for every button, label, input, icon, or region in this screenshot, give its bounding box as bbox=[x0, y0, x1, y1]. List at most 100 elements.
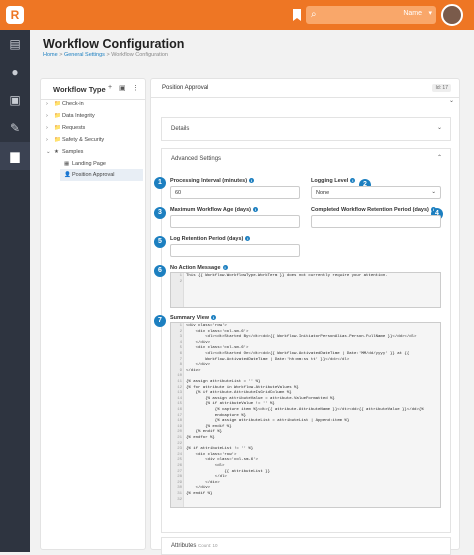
processing-interval-input[interactable]: 60 bbox=[170, 186, 300, 199]
logging-level-label: Logging Level i bbox=[311, 178, 356, 184]
chevron-up-icon[interactable]: ⌃ bbox=[437, 154, 442, 161]
log-retention-label: Log Retention Period (days) i bbox=[170, 236, 251, 242]
info-icon[interactable]: i bbox=[211, 315, 217, 321]
code-line: <dl><dt>Started By</dt><dd>{{ Workflow.I… bbox=[186, 335, 417, 340]
chevron-down-icon[interactable]: ⌄ bbox=[449, 97, 454, 104]
info-icon[interactable]: i bbox=[253, 207, 258, 213]
chevron-down-icon[interactable]: ⌄ bbox=[437, 124, 442, 131]
details-label: Details bbox=[171, 126, 190, 132]
chevron-down-icon[interactable]: ⌄ bbox=[46, 149, 54, 155]
code-line: {% assign attributeList = attributeList … bbox=[186, 419, 350, 424]
chevron-right-icon[interactable]: › bbox=[46, 113, 54, 119]
line-number: 7 bbox=[179, 357, 182, 362]
processing-interval-label: Processing Interval (minutes) i bbox=[170, 178, 255, 184]
details-section[interactable]: Details ⌄ bbox=[161, 117, 451, 141]
line-number: 13 bbox=[177, 391, 182, 396]
code-line: Workflow.ActivatedDateTime | Date:'hh:mm… bbox=[186, 357, 350, 362]
info-icon[interactable]: i bbox=[430, 207, 436, 213]
code-line: <div class='row'> bbox=[186, 324, 227, 328]
chevron-right-icon[interactable]: › bbox=[46, 137, 54, 143]
line-number: 10 bbox=[177, 374, 182, 379]
code-line: {% if attribute.AttributeIsGridColumn %} bbox=[186, 391, 292, 396]
line-number: 11 bbox=[177, 380, 182, 384]
summary-view-editor[interactable]: 1 <div class='row'> 2 <div class='col-sm-6… bbox=[170, 322, 441, 508]
code-line: {% assign attributeValue = attribute.Val… bbox=[186, 396, 335, 401]
more-icon[interactable]: ⋮ bbox=[132, 84, 139, 92]
summary-view-label: Summary View i bbox=[170, 315, 217, 321]
add-icon[interactable]: + bbox=[108, 84, 112, 91]
line-number: 19 bbox=[177, 424, 182, 429]
line-number: 27 bbox=[177, 469, 182, 474]
code-line: <dl><dt>Started On</dt><dd>{{ Workflow.A… bbox=[186, 352, 410, 356]
log-retention-input[interactable] bbox=[170, 244, 300, 257]
no-action-message-editor[interactable]: 1 2 This {{ Workflow.WorkflowType.WorkTe… bbox=[170, 272, 441, 308]
callout-3: 3 bbox=[154, 207, 166, 219]
briefcase-icon[interactable]: ▆ bbox=[0, 142, 30, 170]
breadcrumb-general-settings[interactable]: General Settings bbox=[64, 52, 105, 58]
line-number: 2 bbox=[179, 329, 182, 334]
max-workflow-age-input[interactable] bbox=[170, 215, 300, 228]
code-line: <div class='col-sm-6'> bbox=[186, 458, 259, 463]
avatar[interactable] bbox=[441, 4, 463, 26]
wrench-icon[interactable]: ✎ bbox=[0, 114, 30, 142]
tree-item-samples[interactable]: ⌄ ★ Samples bbox=[46, 149, 83, 155]
folder-icon: 📁 bbox=[54, 137, 61, 143]
callout-7: 7 bbox=[154, 315, 166, 327]
breadcrumb: Home > General Settings > Workflow Confi… bbox=[43, 52, 168, 58]
code-line: </div> bbox=[186, 340, 211, 345]
line-number: 22 bbox=[177, 441, 182, 446]
code-line: </dl> bbox=[186, 475, 227, 480]
info-icon[interactable]: i bbox=[222, 265, 228, 271]
top-bar: R ⌕ Name ▾ bbox=[0, 0, 474, 30]
info-icon[interactable]: i bbox=[249, 178, 255, 184]
folder-icon: 📁 bbox=[54, 113, 61, 119]
line-number: 23 bbox=[177, 447, 182, 452]
id-badge: Id: 17 bbox=[432, 84, 451, 92]
search-input[interactable]: ⌕ Name ▾ bbox=[306, 6, 436, 24]
attributes-count: Count: 10 bbox=[198, 543, 218, 548]
info-icon[interactable]: i bbox=[245, 236, 251, 242]
code-line: <dl> bbox=[186, 464, 225, 468]
line-number: 17 bbox=[177, 413, 182, 418]
bookmark-icon[interactable] bbox=[293, 9, 301, 21]
user-name[interactable]: Name bbox=[403, 10, 422, 17]
tree-item-data-integrity[interactable]: › 📁Data Integrity bbox=[46, 113, 95, 119]
code-line: </div> bbox=[186, 486, 211, 491]
callout-1: 1 bbox=[154, 177, 166, 189]
line-number: 12 bbox=[177, 385, 182, 390]
line-number: 25 bbox=[177, 458, 182, 463]
money-icon[interactable]: ▣ bbox=[0, 86, 30, 114]
sidebar: ▤ ● ▣ ✎ ▆ bbox=[0, 30, 30, 552]
line-number: 30 bbox=[177, 486, 182, 491]
code-line: {% endif %} bbox=[186, 492, 213, 496]
person-icon: 👤 bbox=[64, 172, 71, 178]
person-icon[interactable]: ● bbox=[0, 58, 30, 86]
attributes-section[interactable]: Attributes Count: 10 bbox=[161, 537, 451, 555]
chevron-right-icon[interactable]: › bbox=[46, 125, 54, 131]
tree-item-position-approval[interactable]: 👤Position Approval bbox=[64, 172, 115, 178]
folder-add-icon[interactable]: ▣ bbox=[119, 84, 126, 92]
line-number: 26 bbox=[177, 464, 182, 468]
detail-title: Position Approval bbox=[162, 85, 209, 91]
line-number: 6 bbox=[179, 352, 182, 356]
chevron-down-icon[interactable]: ▾ bbox=[428, 9, 432, 17]
rock-logo[interactable]: R bbox=[6, 6, 24, 24]
line-number: 1 bbox=[179, 274, 182, 278]
code-line: {{ attributeList }} bbox=[186, 469, 271, 474]
tree-item-requests[interactable]: › 📁Requests bbox=[46, 125, 85, 131]
breadcrumb-home[interactable]: Home bbox=[43, 52, 58, 58]
line-number: 21 bbox=[177, 436, 182, 440]
chevron-right-icon[interactable]: › bbox=[46, 101, 54, 107]
tree-item-safety-security[interactable]: › 📁Safety & Security bbox=[46, 137, 104, 143]
file-icon[interactable]: ▤ bbox=[0, 30, 30, 58]
tree-item-landing-page[interactable]: ▦ Landing Page bbox=[64, 161, 106, 167]
info-icon[interactable]: i bbox=[350, 178, 356, 184]
logging-level-select[interactable]: None ⌄ bbox=[311, 186, 441, 199]
workflow-type-header: Workflow Type + ▣ ⋮ bbox=[41, 79, 145, 100]
completed-retention-input[interactable] bbox=[311, 215, 441, 228]
chevron-down-icon: ⌄ bbox=[431, 189, 436, 195]
grid-icon: ▦ bbox=[64, 161, 70, 167]
tree-item-check-in[interactable]: › 📁Check-in bbox=[46, 101, 84, 107]
callout-5: 5 bbox=[154, 236, 166, 248]
code-line: </div> bbox=[186, 368, 201, 373]
